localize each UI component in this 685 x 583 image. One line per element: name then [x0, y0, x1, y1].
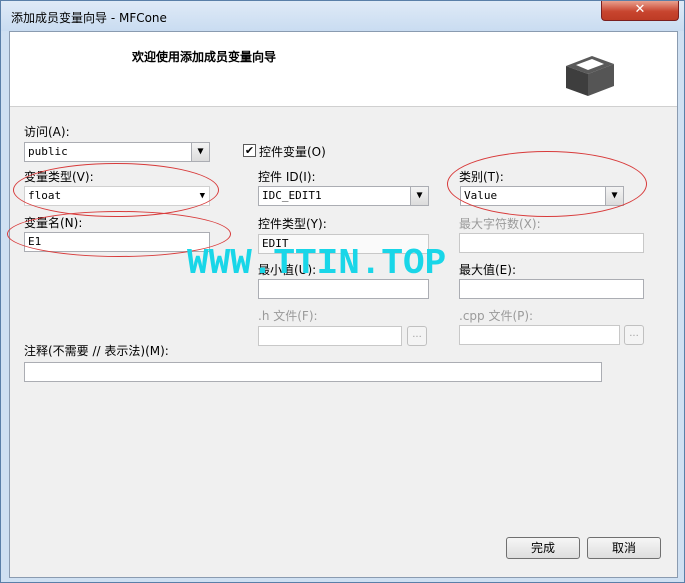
- h-file-label: .h 文件(F):: [258, 309, 318, 323]
- cpp-file-label: .cpp 文件(P):: [459, 309, 534, 323]
- var-name-label: 变量名(N):: [24, 216, 83, 230]
- finish-button[interactable]: 完成: [506, 537, 580, 559]
- dialog-window: 添加成员变量向导 - MFCone ✕ 欢迎使用添加成员变量向导 访问(A): …: [0, 0, 685, 583]
- watermark-text: WWW.TTIN.TOP: [187, 243, 447, 284]
- checkmark-icon: ✔: [244, 144, 255, 157]
- cpp-file-browse-label: ...: [629, 328, 639, 339]
- chevron-down-icon[interactable]: ▼: [410, 187, 428, 205]
- control-id-label: 控件 ID(I):: [258, 170, 316, 184]
- chevron-down-icon[interactable]: ▼: [191, 143, 209, 161]
- chevron-down-icon[interactable]: ▼: [605, 187, 623, 205]
- h-file-browse-button[interactable]: ...: [407, 326, 427, 346]
- dialog-client-area: 欢迎使用添加成员变量向导 访问(A): public ▼ 变量类型(V): fl…: [9, 31, 678, 578]
- max-value-label: 最大值(E):: [459, 263, 516, 277]
- max-chars-label: 最大字符数(X):: [459, 217, 541, 231]
- control-var-label: 控件变量(O): [259, 145, 326, 159]
- max-chars-input: [459, 233, 644, 253]
- close-icon: ✕: [634, 2, 646, 17]
- control-id-select[interactable]: IDC_EDIT1 ▼: [258, 186, 429, 206]
- max-value-input[interactable]: [459, 279, 644, 299]
- title-bar: 添加成员变量向导 - MFCone ✕: [1, 1, 684, 31]
- cancel-button[interactable]: 取消: [587, 537, 661, 559]
- var-type-value: float: [28, 189, 62, 202]
- category-label: 类别(T):: [459, 170, 504, 184]
- control-id-value: IDC_EDIT1: [262, 189, 322, 202]
- category-value: Value: [464, 189, 498, 202]
- var-name-input[interactable]: E1: [24, 232, 210, 252]
- control-type-label: 控件类型(Y):: [258, 217, 327, 231]
- category-select[interactable]: Value ▼: [460, 186, 624, 206]
- var-name-value: E1: [28, 235, 42, 248]
- cancel-label: 取消: [611, 541, 636, 555]
- access-select[interactable]: public ▼: [24, 142, 210, 162]
- close-button[interactable]: ✕: [601, 1, 679, 21]
- banner-title: 欢迎使用添加成员变量向导: [132, 50, 277, 64]
- control-var-checkbox[interactable]: ✔: [243, 144, 256, 157]
- access-label: 访问(A):: [24, 125, 70, 139]
- package-box-icon: [566, 56, 614, 96]
- access-value: public: [28, 145, 68, 158]
- cpp-file-input: [459, 325, 620, 345]
- window-title: 添加成员变量向导 - MFCone: [11, 11, 167, 25]
- comment-label: 注释(不需要 // 表示法)(M):: [24, 344, 169, 358]
- wizard-banner: 欢迎使用添加成员变量向导: [10, 32, 677, 107]
- h-file-input: [258, 326, 402, 346]
- h-file-browse-label: ...: [412, 329, 422, 340]
- var-type-label: 变量类型(V):: [24, 170, 94, 184]
- comment-input[interactable]: [24, 362, 602, 382]
- finish-label: 完成: [530, 541, 555, 555]
- chevron-down-icon[interactable]: ▼: [200, 187, 205, 205]
- cpp-file-browse-button[interactable]: ...: [624, 325, 644, 345]
- var-type-combobox[interactable]: float ▼: [24, 186, 210, 206]
